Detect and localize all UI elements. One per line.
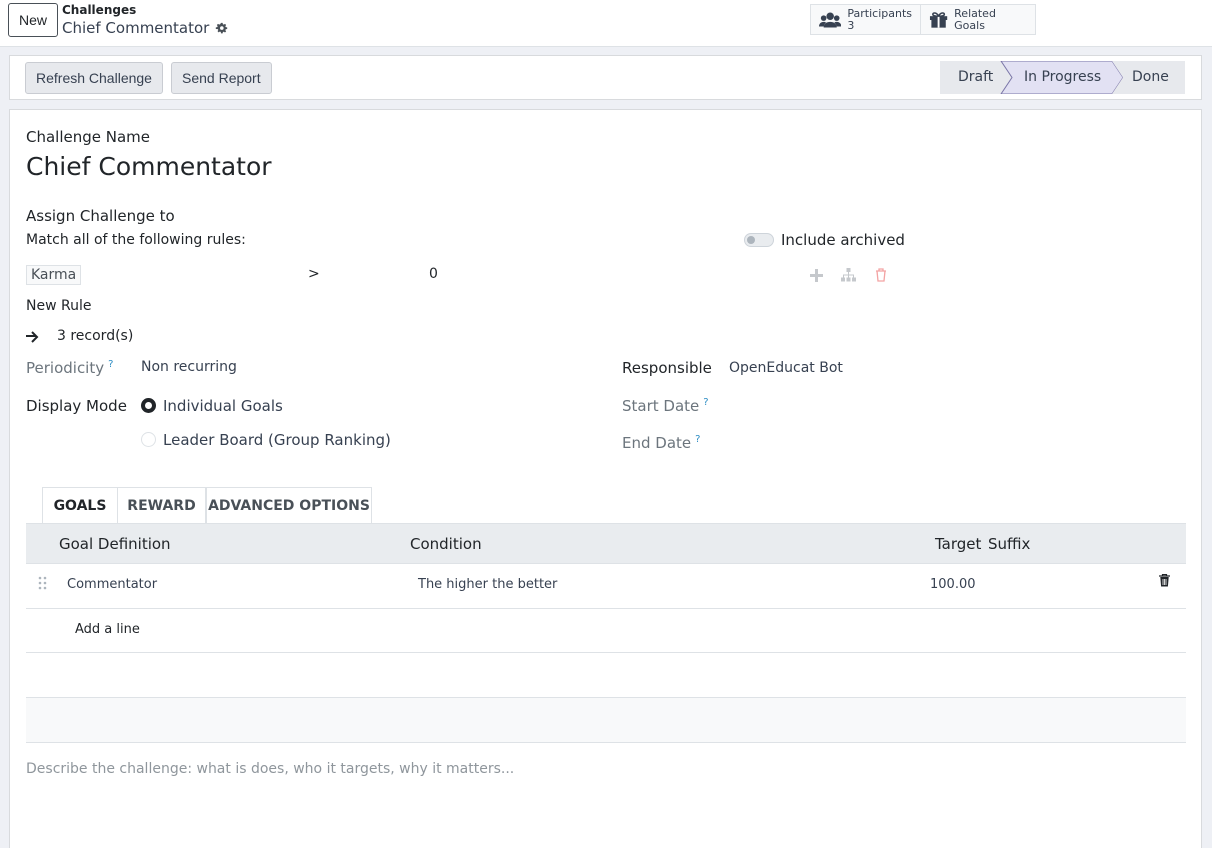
add-line-row: Add a line [26, 609, 1186, 653]
new-rule-link[interactable]: New Rule [26, 298, 91, 314]
end-date-label: End Date? [622, 434, 700, 452]
display-mode-individual-radio[interactable] [141, 398, 156, 413]
end-date-label-text: End Date [622, 434, 692, 452]
target-cell[interactable]: 100.00 [930, 577, 976, 592]
start-date-label-text: Start Date [622, 397, 700, 415]
breadcrumb: Challenges Chief Commentator [62, 3, 228, 38]
add-line-link[interactable]: Add a line [75, 622, 140, 637]
responsible-field[interactable]: OpenEducat Bot [729, 360, 843, 376]
notebook-tabs: GOALS REWARD ADVANCED OPTIONS [42, 487, 372, 524]
include-archived-toggle[interactable] [744, 233, 774, 247]
branch-rule-icon[interactable] [841, 268, 856, 282]
tab-reward[interactable]: REWARD [118, 487, 206, 524]
display-mode-leaderboard-radio[interactable] [141, 432, 156, 447]
goals-table-header: Goal Definition Condition Target Suffix [26, 524, 1186, 564]
records-count-link[interactable]: 3 record(s) [57, 328, 133, 344]
tab-advanced-options[interactable]: ADVANCED OPTIONS [206, 487, 372, 524]
assign-challenge-label: Assign Challenge to [26, 207, 175, 225]
participants-count: 3 [847, 19, 855, 32]
gift-icon [929, 11, 948, 28]
delete-rule-icon[interactable] [875, 268, 887, 282]
match-rule-text: Match all of the following rules: [26, 232, 246, 248]
arrow-right-icon [26, 331, 39, 343]
breadcrumb-current-label: Chief Commentator [62, 19, 210, 37]
challenge-name-input[interactable]: Chief Commentator [26, 152, 272, 181]
control-panel: New Challenges Chief Commentator Partici… [0, 0, 1212, 47]
rule-value[interactable]: 0 [429, 266, 438, 282]
add-rule-icon[interactable] [810, 269, 823, 282]
start-date-label: Start Date? [622, 397, 709, 415]
periodicity-help-icon[interactable]: ? [108, 359, 113, 370]
related-goals-label: Related Goals [954, 6, 996, 32]
send-report-button[interactable]: Send Report [171, 62, 272, 94]
column-goal-definition[interactable]: Goal Definition [59, 535, 171, 553]
challenge-name-label: Challenge Name [26, 128, 151, 146]
responsible-label: Responsible [622, 359, 712, 377]
column-target[interactable]: Target [935, 535, 981, 553]
start-date-help-icon[interactable]: ? [703, 397, 708, 408]
periodicity-label-text: Periodicity [26, 359, 105, 377]
drag-handle-icon[interactable] [38, 576, 47, 590]
periodicity-field[interactable]: Non recurring [141, 359, 237, 375]
gear-icon[interactable] [215, 22, 228, 35]
table-row-empty [26, 698, 1186, 743]
participants-label: Participants [847, 7, 912, 20]
table-row[interactable]: Commentator The higher the better 100.00 [26, 564, 1186, 609]
breadcrumb-current: Chief Commentator [62, 19, 228, 38]
goal-definition-cell[interactable]: Commentator [67, 577, 157, 592]
display-mode-leaderboard-label[interactable]: Leader Board (Group Ranking) [163, 431, 391, 449]
stage-draft[interactable]: Draft [958, 69, 993, 85]
trash-icon[interactable] [1159, 574, 1170, 587]
rule-field-karma[interactable]: Karma [26, 265, 82, 285]
periodicity-label: Periodicity? [26, 359, 113, 377]
new-button[interactable]: New [8, 3, 58, 37]
stage-done[interactable]: Done [1132, 69, 1169, 85]
display-mode-individual-label[interactable]: Individual Goals [163, 397, 283, 415]
stage-pipeline: Draft In Progress Done [940, 61, 1185, 94]
table-row-empty [26, 653, 1186, 698]
rule-operator[interactable]: > [308, 266, 320, 282]
end-date-help-icon[interactable]: ? [695, 434, 700, 445]
column-suffix[interactable]: Suffix [988, 535, 1030, 553]
description-field[interactable]: Describe the challenge: what is does, wh… [26, 761, 514, 777]
stage-in-progress[interactable]: In Progress [1024, 69, 1101, 85]
status-bar: Refresh Challenge Send Report Draft In P… [9, 55, 1202, 100]
related-goals-smart-button[interactable]: Related Goals [920, 4, 1036, 35]
include-archived-label: Include archived [781, 231, 905, 249]
breadcrumb-parent-link[interactable]: Challenges [62, 3, 228, 18]
form-sheet: Challenge Name Chief Commentator Assign … [9, 109, 1202, 848]
tab-goals[interactable]: GOALS [42, 487, 118, 524]
condition-cell[interactable]: The higher the better [418, 577, 557, 592]
participants-smart-button[interactable]: Participants 3 [810, 4, 921, 35]
display-mode-label: Display Mode [26, 397, 127, 415]
column-condition[interactable]: Condition [410, 535, 482, 553]
refresh-challenge-button[interactable]: Refresh Challenge [25, 62, 163, 94]
users-icon [819, 12, 842, 27]
